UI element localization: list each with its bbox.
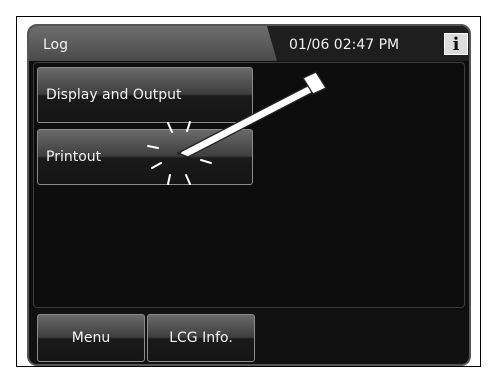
stylus-icon xyxy=(176,71,327,158)
stylus-overlay xyxy=(147,71,327,185)
